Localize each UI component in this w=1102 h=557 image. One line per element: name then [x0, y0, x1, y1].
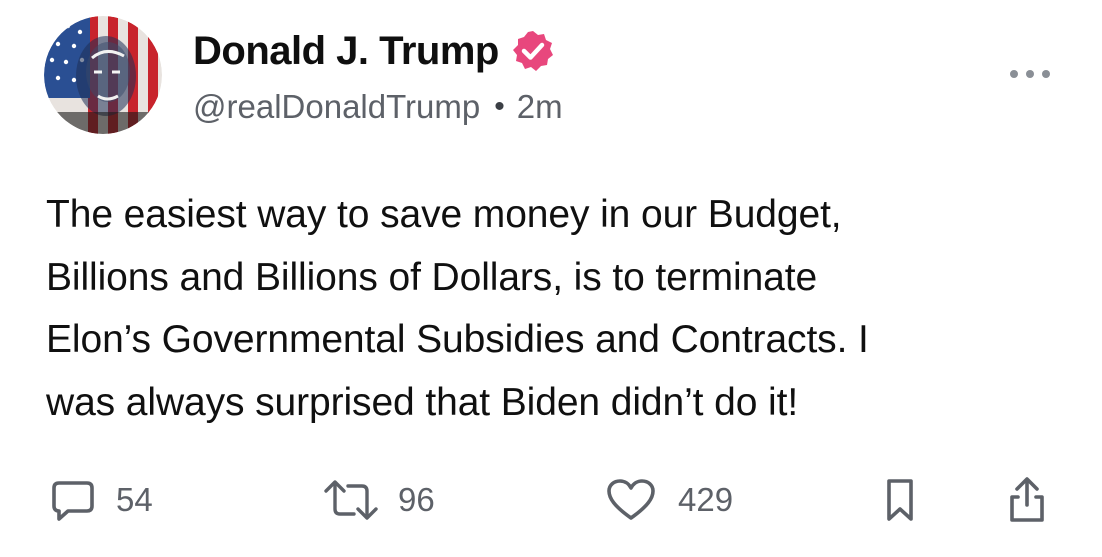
verified-badge-icon	[511, 29, 555, 73]
author-meta-row: @realDonaldTrump • 2m	[193, 84, 563, 130]
author-display-name[interactable]: Donald J. Trump	[193, 29, 499, 74]
post-action-bar: 54 96 429	[0, 470, 1102, 530]
bookmark-icon	[887, 479, 913, 521]
flag-portrait-avatar-icon	[44, 16, 162, 134]
author-avatar[interactable]	[44, 16, 162, 134]
author-handle[interactable]: @realDonaldTrump	[193, 88, 480, 126]
more-horizontal-icon	[1010, 70, 1050, 78]
post-body: The easiest way to save money in our Bud…	[46, 184, 1056, 434]
repost-count: 96	[398, 481, 435, 518]
comment-icon	[52, 481, 94, 521]
repost-icon	[324, 480, 378, 520]
heart-icon	[607, 479, 655, 520]
bookmark-button[interactable]	[882, 470, 918, 530]
post-body-line: Elon’s Governmental Subsidies and Contra…	[46, 318, 869, 361]
post-body-line: Billions and Billions of Dollars, is to …	[46, 255, 818, 299]
like-button[interactable]: 429	[606, 470, 733, 530]
repost-button[interactable]: 96	[322, 470, 435, 530]
author-name-row: Donald J. Trump	[193, 24, 555, 78]
more-options-button[interactable]	[1006, 62, 1054, 86]
meta-separator: •	[494, 90, 505, 123]
post-body-line: The easiest way to save money in our Bud…	[46, 193, 842, 236]
post-card: Donald J. Trump @realDonaldTrump • 2m Th…	[0, 0, 1102, 557]
post-body-line: was always surprised that Biden didn’t d…	[46, 380, 799, 424]
reply-count: 54	[116, 481, 153, 518]
share-icon	[1010, 477, 1044, 522]
share-button[interactable]	[1004, 470, 1050, 530]
like-count: 429	[678, 481, 734, 518]
post-timestamp[interactable]: 2m	[517, 88, 563, 126]
reply-button[interactable]: 54	[50, 470, 153, 530]
